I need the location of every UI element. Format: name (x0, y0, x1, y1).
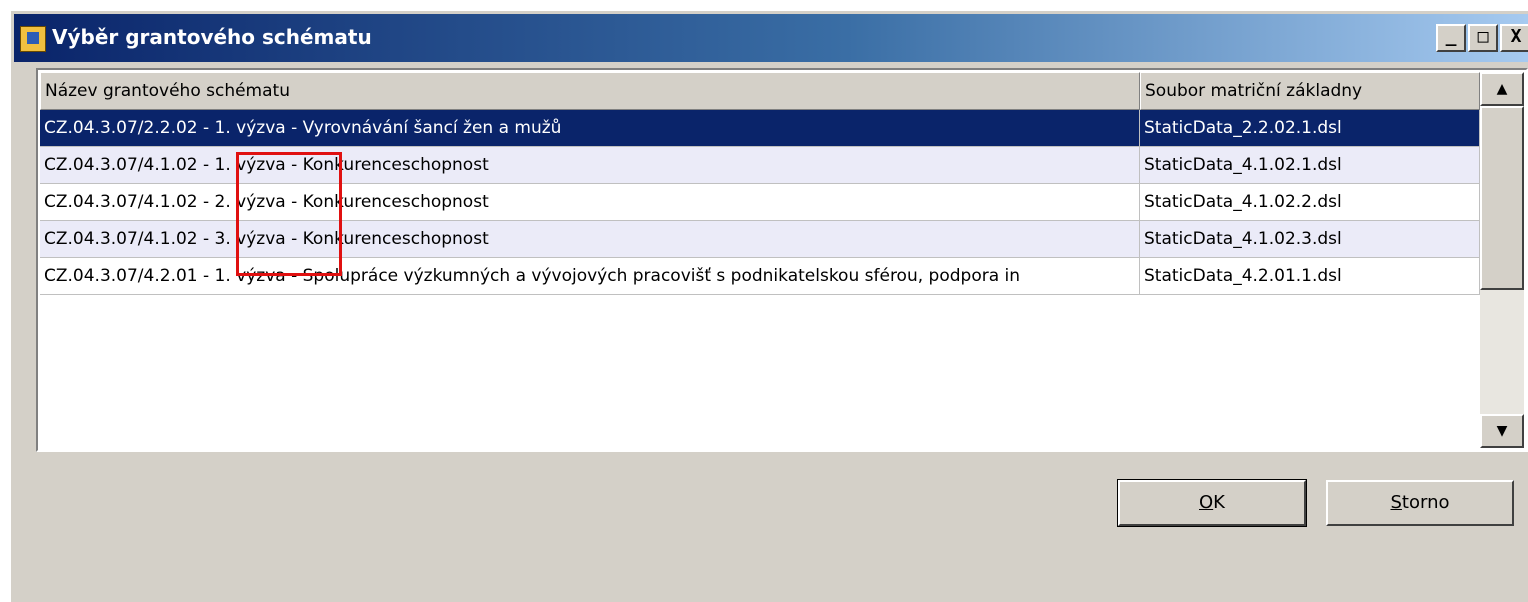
close-button[interactable]: X (1500, 24, 1528, 52)
dialog-window: Výběr grantového schématu _ □ X Název gr… (10, 10, 1528, 602)
scheme-name-cell: CZ.04.3.07/4.1.02 - 1. výzva - Konkurenc… (40, 147, 1140, 183)
file-cell: StaticData_4.1.02.2.dsl (1140, 184, 1480, 220)
list-header: Název grantového schématu Soubor matričn… (40, 72, 1480, 110)
column-header-name[interactable]: Název grantového schématu (40, 72, 1140, 110)
scheme-name-cell: CZ.04.3.07/4.1.02 - 3. výzva - Konkurenc… (40, 221, 1140, 257)
scroll-thumb[interactable] (1480, 106, 1524, 290)
ok-mnemonic: O (1199, 492, 1214, 513)
file-cell: StaticData_4.2.01.1.dsl (1140, 258, 1480, 294)
file-cell: StaticData_4.1.02.1.dsl (1140, 147, 1480, 183)
scheme-name-cell: CZ.04.3.07/4.1.02 - 2. výzva - Konkurenc… (40, 184, 1140, 220)
scroll-up-icon[interactable]: ▲ (1480, 72, 1524, 106)
file-cell: StaticData_4.1.02.3.dsl (1140, 221, 1480, 257)
maximize-button[interactable]: □ (1468, 24, 1498, 52)
scheme-name-cell: CZ.04.3.07/4.2.01 - 1. výzva - Spoluprác… (40, 258, 1140, 294)
ok-button[interactable]: OK (1117, 479, 1307, 527)
scroll-down-icon[interactable]: ▼ (1480, 414, 1524, 448)
window-title: Výběr grantového schématu (52, 25, 372, 49)
app-icon (20, 26, 46, 52)
vertical-scrollbar[interactable]: ▲ ▼ (1480, 72, 1524, 448)
scheme-name-cell: CZ.04.3.07/2.2.02 - 1. výzva - Vyrovnává… (40, 110, 1140, 146)
annotation-highlight-box (236, 152, 342, 276)
column-header-file[interactable]: Soubor matriční základny (1140, 72, 1480, 110)
storno-mnemonic: S (1390, 492, 1402, 513)
table-row[interactable]: CZ.04.3.07/2.2.02 - 1. výzva - Vyrovnává… (40, 110, 1480, 147)
file-cell: StaticData_2.2.02.1.dsl (1140, 110, 1480, 146)
storno-button[interactable]: Storno (1326, 480, 1514, 526)
storno-label-rest: torno (1401, 492, 1450, 513)
ok-label-rest: K (1213, 492, 1225, 513)
title-bar[interactable]: Výběr grantového schématu _ □ X (14, 14, 1528, 62)
minimize-button[interactable]: _ (1436, 24, 1466, 52)
